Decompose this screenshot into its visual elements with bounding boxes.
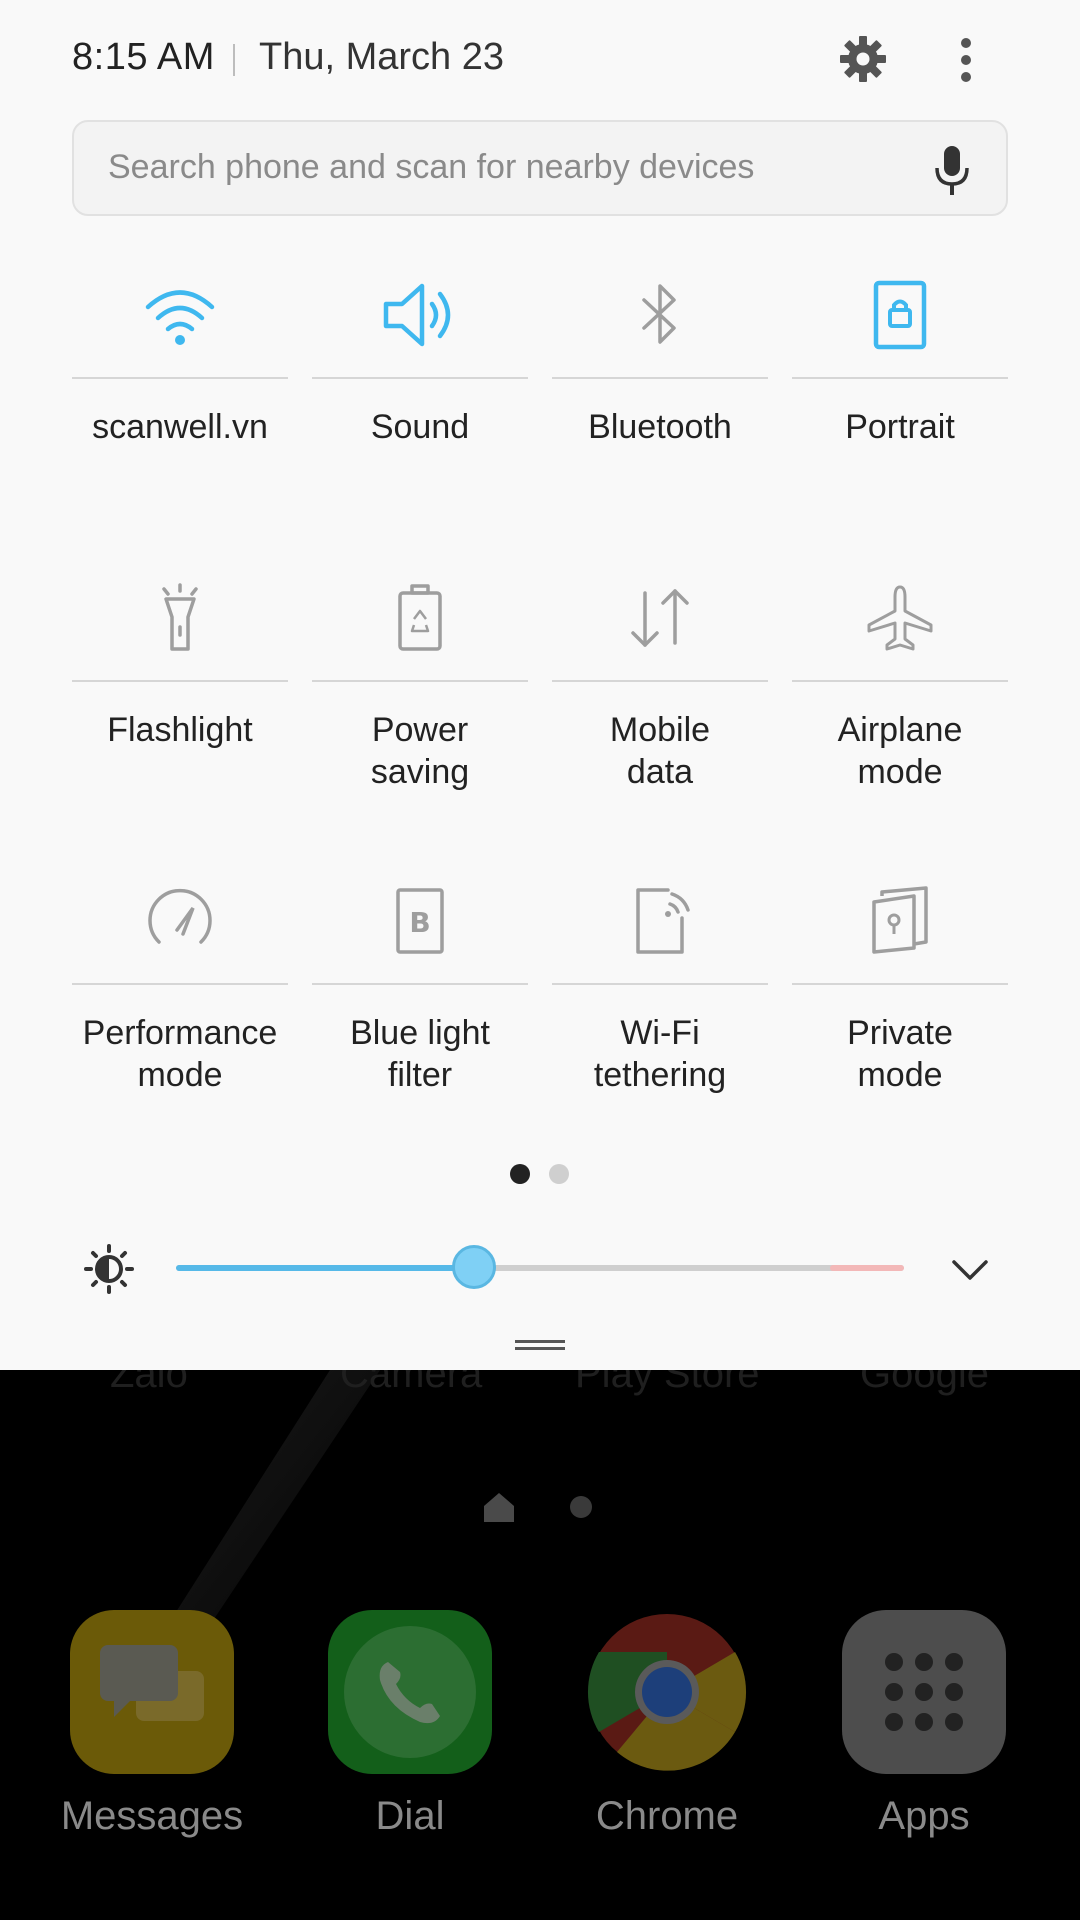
ghost-app-label: Zalo [110,1370,188,1396]
tile-label: Power saving [370,711,470,791]
apps-grid-icon [842,1610,1006,1774]
tile-divider [312,680,528,682]
tile-power-saving[interactable]: Power saving [312,543,528,833]
tile-portrait[interactable]: Portrait [792,240,1008,530]
airplane-icon [845,563,955,673]
flashlight-icon [125,563,235,673]
tile-divider [312,377,528,379]
tile-divider [792,377,1008,379]
tile-wifi[interactable]: scanwell.vn [72,240,288,530]
tile-label: Flashlight [107,711,253,749]
search-placeholder: Search phone and scan for nearby devices [108,148,755,186]
tile-label: Sound [370,408,470,446]
tile-wifi-tethering[interactable]: Wi-Fi tethering [552,846,768,1136]
ghost-app-label: Camera [340,1370,483,1396]
search-bar[interactable]: Search phone and scan for nearby devices [72,120,1008,216]
ghost-app-label: Play Store [575,1370,760,1396]
messages-icon [70,1610,234,1774]
tile-label: Private mode [847,1014,953,1094]
tile-mobile-data[interactable]: Mobile data [552,543,768,833]
brightness-slider[interactable] [176,1245,904,1289]
page-dot-inactive[interactable] [549,1164,569,1184]
slider-outdoor-zone [830,1265,904,1271]
chrome-icon [585,1610,749,1774]
drag-handle[interactable] [515,1340,565,1350]
tile-divider [552,983,768,985]
dock-app-chrome[interactable]: Chrome [545,1610,785,1860]
tile-divider [552,377,768,379]
mobile-data-icon [605,563,715,673]
header-divider [233,44,235,76]
blue-light-filter-icon: B [365,866,475,976]
performance-icon [125,866,235,976]
chevron-down-icon[interactable] [950,1250,990,1290]
home-page-dot[interactable] [570,1496,592,1518]
tile-divider [552,680,768,682]
tile-label: Wi-Fi tethering [593,1014,727,1094]
tile-label: Airplane mode [837,711,963,791]
portrait-lock-icon [845,260,955,370]
microphone-icon[interactable] [932,144,972,198]
date: Thu, March 23 [259,36,504,78]
tile-label: Performance mode [82,1014,278,1094]
more-options-icon[interactable] [948,34,984,86]
app-label: Apps [878,1794,970,1838]
private-mode-icon [845,866,955,976]
tile-private-mode[interactable]: Private mode [792,846,1008,1136]
wifi-icon [125,260,235,370]
app-label: Dial [375,1794,445,1838]
gear-icon[interactable] [838,34,888,84]
tile-sound[interactable]: Sound [312,240,528,530]
tile-divider [72,680,288,682]
ghost-app-label: Google [860,1370,989,1396]
home-page-icon[interactable] [482,1490,516,1524]
app-label: Chrome [595,1794,739,1838]
page-dot-active[interactable] [510,1164,530,1184]
tile-blue-light-filter[interactable]: B Blue light filter [312,846,528,1136]
home-screen: Zalo Camera Play Store Google Messages D… [0,1370,1080,1920]
wifi-tethering-icon [605,866,715,976]
tile-divider [72,377,288,379]
power-saving-icon [365,563,475,673]
phone-icon [328,1610,492,1774]
page-indicator [0,1164,1080,1184]
tile-label: scanwell.vn [92,408,268,446]
tile-performance-mode[interactable]: Performance mode [72,846,288,1136]
dock-app-apps[interactable]: Apps [802,1610,1042,1860]
status-header: 8:15 AM Thu, March 23 [0,0,1080,120]
slider-fill [176,1265,474,1271]
tile-label: Portrait [845,408,955,446]
speaker-icon [365,260,475,370]
clock: 8:15 AM [72,36,215,78]
tile-bluetooth[interactable]: Bluetooth [552,240,768,530]
tile-label: Mobile data [609,711,711,791]
quick-settings-panel: 8:15 AM Thu, March 23 Search phone and s… [0,0,1080,1370]
tile-label: Blue light filter [350,1014,490,1094]
tile-divider [792,680,1008,682]
dock-app-dial[interactable]: Dial [288,1610,528,1860]
slider-thumb[interactable] [452,1245,496,1289]
tile-divider [72,983,288,985]
tile-divider [792,983,1008,985]
tile-divider [312,983,528,985]
tile-airplane-mode[interactable]: Airplane mode [792,543,1008,833]
brightness-icon[interactable] [84,1244,134,1294]
app-label: Messages [60,1794,244,1838]
dock-app-messages[interactable]: Messages [30,1610,270,1860]
tile-flashlight[interactable]: Flashlight [72,543,288,833]
svg-text:B: B [409,906,430,939]
tile-label: Bluetooth [588,408,732,446]
bluetooth-icon [605,260,715,370]
